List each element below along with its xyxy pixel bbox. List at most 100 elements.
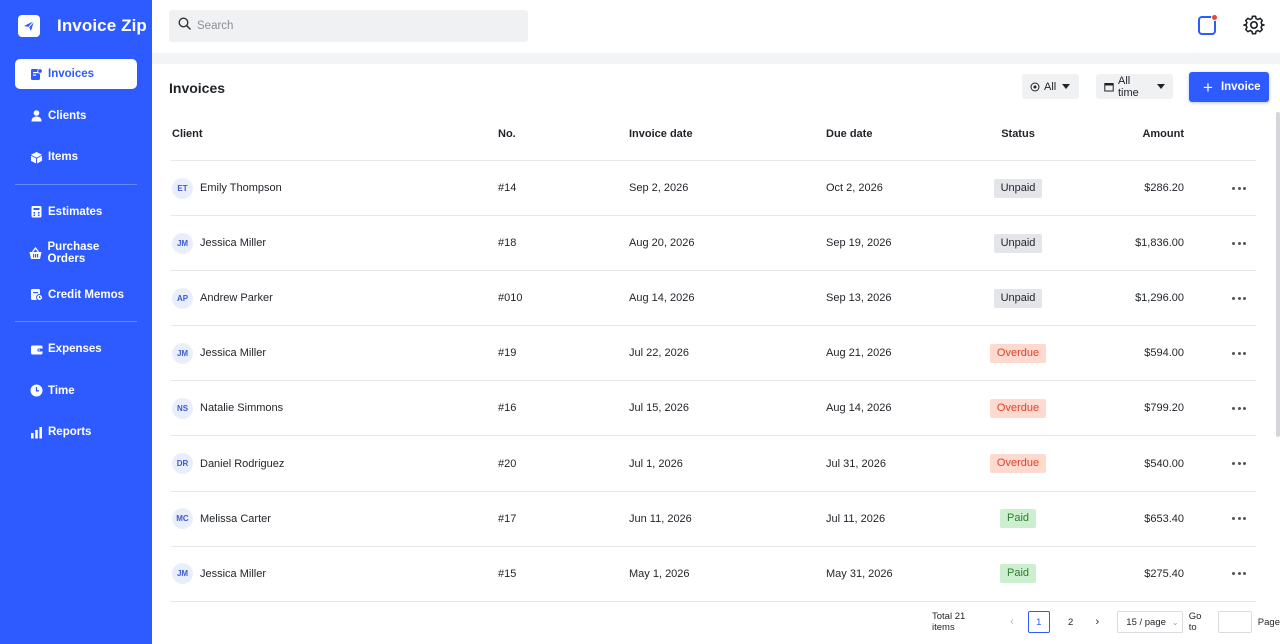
status-cell: Overdue xyxy=(958,454,1078,474)
app-name: Invoice Zip xyxy=(57,16,147,35)
due-date: May 31, 2026 xyxy=(826,567,893,580)
sidebar-item-credit-memos[interactable]: Credit Memos xyxy=(15,280,137,310)
actions-cell xyxy=(1184,348,1254,359)
sidebar-item-label: Invoices xyxy=(48,68,95,80)
divider xyxy=(15,321,137,322)
goto-label: Go to xyxy=(1188,611,1202,633)
page-button-1[interactable]: 1 xyxy=(1027,611,1050,633)
page-size-select[interactable]: 15 / page ⌄ xyxy=(1117,611,1183,633)
invoice-date: Aug 20, 2026 xyxy=(629,237,695,250)
more-icon[interactable] xyxy=(1228,458,1250,469)
search-input[interactable] xyxy=(197,20,497,32)
prev-page-icon[interactable]: ‹ xyxy=(1001,611,1023,633)
divider xyxy=(15,183,137,185)
client-cell: JM Jessica Miller xyxy=(171,232,498,254)
invoice-number: #19 xyxy=(498,347,517,360)
column-header-invoice-date[interactable]: Invoice date xyxy=(629,128,826,140)
status-badge: Paid xyxy=(999,564,1037,584)
total-items: Total 21 items xyxy=(932,611,966,633)
client-name[interactable]: Emily Thompson xyxy=(200,182,282,194)
client-name[interactable]: Melissa Carter xyxy=(200,513,271,525)
main-content: Invoices All All time + Invoice Client N… xyxy=(152,64,1280,644)
sidebar-item-estimates[interactable]: Estimates xyxy=(15,197,137,227)
time-filter-label: All time xyxy=(1118,74,1139,99)
column-header-due-date[interactable]: Due date xyxy=(826,128,958,140)
status-badge: Overdue xyxy=(989,398,1047,418)
more-icon[interactable] xyxy=(1228,348,1250,359)
client-name[interactable]: Jessica Miller xyxy=(200,237,266,249)
table-row[interactable]: AP Andrew Parker #010 Aug 14, 2026 Sep 13, 2… xyxy=(171,271,1256,327)
gear-icon[interactable] xyxy=(1243,14,1265,36)
actions-cell xyxy=(1184,458,1254,469)
status-filter-dropdown[interactable]: All xyxy=(1022,74,1079,99)
table-row[interactable]: JM Jessica Miller #15 May 1, 2026 May 31, 20… xyxy=(171,547,1256,602)
actions-cell xyxy=(1184,238,1254,249)
client-name[interactable]: Andrew Parker xyxy=(200,292,273,304)
sidebar-item-expenses[interactable]: Expenses xyxy=(15,334,137,364)
bar-chart-icon xyxy=(29,425,43,439)
next-page-icon[interactable]: › xyxy=(1086,611,1108,633)
status-badge: Unpaid xyxy=(993,288,1043,308)
client-name[interactable]: Jessica Miller xyxy=(200,347,266,359)
amount: $1,836.00 xyxy=(1135,237,1184,250)
sidebar-nav: Invoices Clients Items Estimates Purchas… xyxy=(0,59,152,447)
table-row[interactable]: MC Melissa Carter #17 Jun 11, 2026 Jul 11, 2… xyxy=(171,492,1256,547)
sidebar-item-purchase-orders[interactable]: Purchase Orders xyxy=(15,238,137,268)
clock-icon xyxy=(29,384,43,398)
amount: $275.40 xyxy=(1144,567,1184,580)
page-title: Invoices xyxy=(169,80,226,96)
column-header-client[interactable]: Client xyxy=(171,128,498,140)
column-header-no[interactable]: No. xyxy=(498,128,629,140)
sidebar-item-reports[interactable]: Reports xyxy=(15,417,137,447)
more-icon[interactable] xyxy=(1228,568,1250,579)
logo-icon xyxy=(18,15,40,37)
more-icon[interactable] xyxy=(1228,513,1250,524)
table-row[interactable]: DR Daniel Rodriguez #20 Jul 1, 2026 Jul 31, … xyxy=(171,436,1256,492)
table-row[interactable]: NS Natalie Simmons #16 Jul 15, 2026 Aug 14, … xyxy=(171,381,1256,437)
client-name[interactable]: Jessica Miller xyxy=(200,568,266,580)
actions-cell xyxy=(1184,403,1254,414)
sidebar-item-time[interactable]: Time xyxy=(15,376,137,406)
table-body: ET Emily Thompson #14 Sep 2, 2026 Oct 2, 202… xyxy=(171,161,1256,602)
column-header-status[interactable]: Status xyxy=(958,128,1078,140)
amount: $286.20 xyxy=(1144,182,1184,195)
notification-icon[interactable] xyxy=(1198,14,1218,35)
more-icon[interactable] xyxy=(1228,293,1250,304)
client-cell: DR Daniel Rodriguez xyxy=(171,453,498,475)
page-button-2[interactable]: 2 xyxy=(1060,611,1082,633)
new-invoice-label: Invoice xyxy=(1220,81,1261,93)
status-cell: Overdue xyxy=(958,343,1078,363)
more-icon[interactable] xyxy=(1228,183,1250,194)
due-date: Aug 21, 2026 xyxy=(826,347,892,360)
column-header-amount[interactable]: Amount xyxy=(1078,128,1184,140)
due-date: Aug 14, 2026 xyxy=(826,402,892,415)
basket-icon xyxy=(29,246,43,260)
brand[interactable]: Invoice Zip xyxy=(0,0,152,52)
status-cell: Paid xyxy=(958,564,1078,584)
invoice-icon xyxy=(29,67,43,81)
client-name[interactable]: Natalie Simmons xyxy=(200,402,283,414)
actions-cell xyxy=(1184,513,1254,524)
notification-badge xyxy=(1211,14,1218,21)
client-cell: JM Jessica Miller xyxy=(171,563,498,585)
amount: $653.40 xyxy=(1144,512,1184,525)
sidebar-item-invoices[interactable]: Invoices xyxy=(15,59,137,89)
new-invoice-button[interactable]: + Invoice xyxy=(1189,72,1269,102)
table-row[interactable]: JM Jessica Miller #18 Aug 20, 2026 Sep 19, 2… xyxy=(171,216,1256,272)
sidebar-item-label: Reports xyxy=(48,426,92,438)
avatar: AP xyxy=(172,287,193,309)
invoice-number: #14 xyxy=(498,182,517,195)
sidebar-item-items[interactable]: Items xyxy=(15,142,137,172)
scrollbar[interactable] xyxy=(1276,112,1280,437)
table-row[interactable]: ET Emily Thompson #14 Sep 2, 2026 Oct 2, 202… xyxy=(171,161,1256,217)
time-filter-dropdown[interactable]: All time xyxy=(1096,74,1173,99)
plus-icon: + xyxy=(1203,77,1213,97)
more-icon[interactable] xyxy=(1228,238,1250,249)
more-icon[interactable] xyxy=(1228,403,1250,414)
client-name[interactable]: Daniel Rodriguez xyxy=(200,458,284,470)
table-row[interactable]: JM Jessica Miller #19 Jul 22, 2026 Aug 21, 2… xyxy=(171,326,1256,382)
sidebar-item-clients[interactable]: Clients xyxy=(15,101,137,131)
search-box[interactable] xyxy=(169,10,528,42)
chevron-down-icon: ⌄ xyxy=(1171,617,1179,627)
goto-page-input[interactable] xyxy=(1217,611,1252,633)
